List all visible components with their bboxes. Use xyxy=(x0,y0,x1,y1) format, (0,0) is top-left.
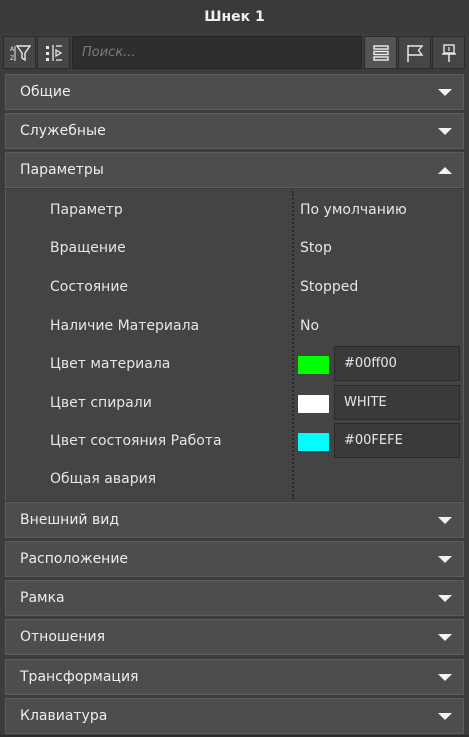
param-row[interactable]: Цвет спирали WHITE xyxy=(6,384,463,422)
list-view-icon xyxy=(372,44,389,61)
chevron-up-icon xyxy=(438,167,452,174)
param-label: Состояние xyxy=(50,279,129,295)
section-service[interactable]: Служебные xyxy=(5,113,464,149)
section-frame-label: Рамка xyxy=(20,590,65,606)
section-general[interactable]: Общие xyxy=(5,74,464,110)
chevron-down-icon xyxy=(438,634,452,641)
section-parameters[interactable]: Параметры xyxy=(5,152,464,188)
section-keyboard[interactable]: Клавиатура xyxy=(5,698,464,734)
flag-button[interactable] xyxy=(398,36,431,69)
param-label: Наличие Материала xyxy=(50,318,200,334)
parameters-panel: Параметр По умолчанию Вращение Stop Сост… xyxy=(5,189,464,501)
section-frame[interactable]: Рамка xyxy=(5,580,464,616)
color-swatch[interactable] xyxy=(298,356,329,374)
search-input[interactable] xyxy=(72,36,362,69)
section-position-label: Расположение xyxy=(20,551,129,567)
param-row[interactable]: Состояние Stopped xyxy=(6,268,463,306)
filter-sort-icon: A Z xyxy=(10,44,31,62)
param-value[interactable]: No xyxy=(300,307,319,345)
svg-text:Z: Z xyxy=(10,55,14,62)
collapse-tree-icon xyxy=(45,44,62,61)
param-label: Цвет спирали xyxy=(50,395,152,411)
window-title-bar: Шнек 1 xyxy=(0,0,469,33)
color-value-field[interactable]: #00ff00 xyxy=(334,346,460,381)
chevron-down-icon xyxy=(438,674,452,681)
param-row[interactable]: Вращение Stop xyxy=(6,229,463,267)
section-position[interactable]: Расположение xyxy=(5,541,464,577)
svg-text:A: A xyxy=(10,46,15,53)
filter-sort-button[interactable]: A Z xyxy=(3,36,36,69)
params-header-value: По умолчанию xyxy=(300,202,407,218)
collapse-tree-button[interactable] xyxy=(37,36,70,69)
section-transform[interactable]: Трансформация xyxy=(5,659,464,695)
param-row[interactable]: Цвет материала #00ff00 xyxy=(6,345,463,383)
chevron-down-icon xyxy=(438,517,452,524)
section-general-label: Общие xyxy=(20,84,71,100)
list-view-button[interactable] xyxy=(364,36,397,69)
param-row[interactable]: Наличие Материала No xyxy=(6,307,463,345)
flag-icon xyxy=(406,44,423,62)
param-row[interactable]: Цвет состояния Работа #00FEFE xyxy=(6,422,463,460)
section-relations-label: Отношения xyxy=(20,629,105,645)
params-header-label: Параметр xyxy=(50,202,123,218)
toolbar: A Z xyxy=(0,35,469,71)
chevron-down-icon xyxy=(438,595,452,602)
section-appearance-label: Внешний вид xyxy=(20,512,120,528)
param-value[interactable]: Stop xyxy=(300,229,332,267)
chevron-down-icon xyxy=(438,89,452,96)
pin-icon xyxy=(441,43,456,62)
param-row[interactable]: Общая авария xyxy=(6,460,463,498)
window-title: Шнек 1 xyxy=(204,8,265,25)
param-label: Цвет материала xyxy=(50,356,171,372)
params-header-row: Параметр По умолчанию xyxy=(6,191,463,229)
param-value[interactable]: Stopped xyxy=(300,268,358,306)
section-keyboard-label: Клавиатура xyxy=(20,708,108,724)
color-value-field[interactable]: WHITE xyxy=(334,385,460,420)
color-value-field[interactable]: #00FEFE xyxy=(334,423,460,458)
section-parameters-label: Параметры xyxy=(20,162,104,178)
section-appearance[interactable]: Внешний вид xyxy=(5,502,464,538)
section-relations[interactable]: Отношения xyxy=(5,619,464,655)
param-label: Общая авария xyxy=(50,471,157,487)
color-swatch[interactable] xyxy=(298,433,329,451)
chevron-down-icon xyxy=(438,128,452,135)
section-service-label: Служебные xyxy=(20,123,106,139)
chevron-down-icon xyxy=(438,556,452,563)
param-label: Вращение xyxy=(50,240,126,256)
pin-button[interactable] xyxy=(432,36,465,69)
color-swatch[interactable] xyxy=(298,395,329,413)
param-label: Цвет состояния Работа xyxy=(50,433,222,449)
section-transform-label: Трансформация xyxy=(20,669,139,685)
chevron-down-icon xyxy=(438,713,452,720)
